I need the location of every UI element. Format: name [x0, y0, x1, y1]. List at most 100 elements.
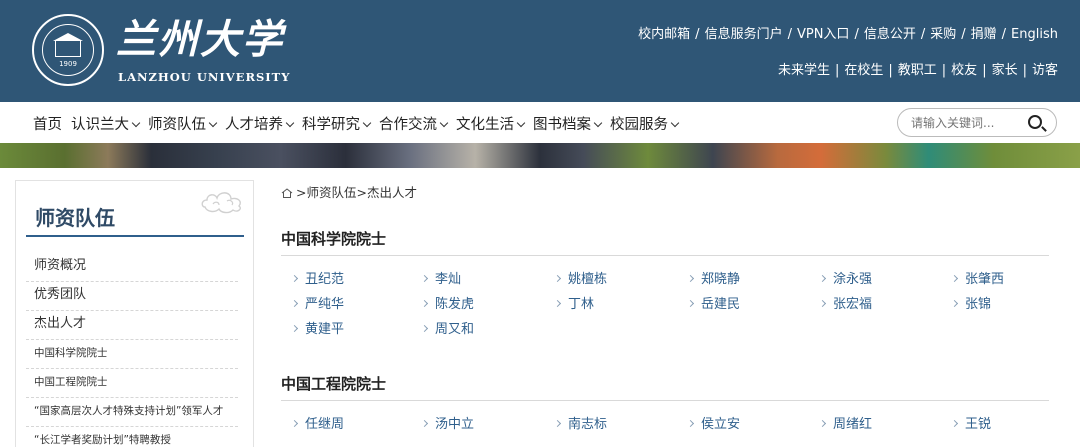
top-link-mail[interactable]: 校内邮箱	[638, 27, 690, 42]
top-link-portal[interactable]: 信息服务门户	[705, 27, 783, 42]
academician-name: 南志标	[568, 417, 608, 432]
search-icon[interactable]	[1028, 115, 1042, 129]
section-title: 中国工程院院士	[281, 375, 387, 393]
chevron-right-icon	[553, 274, 562, 283]
nav-item[interactable]: 文化生活	[456, 113, 526, 134]
separator: |	[888, 63, 893, 78]
academician-name: 张肇西	[965, 272, 1005, 287]
top-link-english[interactable]: English	[1011, 27, 1058, 42]
sidebar-item[interactable]: 师资概况	[26, 253, 238, 282]
nav-item-label: 合作交流	[379, 117, 437, 133]
audience-link-staff[interactable]: 教职工	[898, 63, 937, 78]
academician-link[interactable]: 侯立安	[686, 413, 741, 432]
banner-photo-strip	[0, 143, 1080, 168]
nav-item[interactable]: 人才培养	[225, 113, 295, 134]
sidebar-subitem[interactable]: 中国工程院院士	[26, 369, 238, 398]
seal-building-icon	[53, 33, 83, 57]
academician-link[interactable]: 丑纪范	[290, 268, 344, 287]
sidebar-subitem[interactable]: “国家高层次人才特殊支持计划”领军人才	[26, 398, 238, 427]
academician-name: 郑晓静	[701, 272, 741, 287]
chevron-right-icon	[818, 274, 827, 283]
audience-link-future-students[interactable]: 未来学生	[778, 63, 830, 78]
nav-item[interactable]: 科学研究	[302, 113, 372, 134]
academician-name: 张宏福	[833, 297, 873, 312]
logo-chinese-name[interactable]: 兰州大学	[116, 16, 284, 64]
home-icon[interactable]	[281, 188, 293, 198]
audience-link-parents[interactable]: 家长	[992, 63, 1018, 78]
audience-link-alumni[interactable]: 校友	[951, 63, 977, 78]
academician-link[interactable]: 涂永强	[818, 268, 873, 287]
chevron-right-icon	[950, 419, 959, 428]
nav-item[interactable]: 师资队伍	[148, 113, 218, 134]
academician-name: 岳建民	[701, 297, 741, 312]
section-divider	[281, 400, 1049, 401]
audience-link-students[interactable]: 在校生	[844, 63, 883, 78]
nav-item-label: 师资队伍	[148, 117, 206, 133]
academician-link[interactable]: 王锐	[950, 413, 992, 432]
search-input[interactable]	[911, 114, 1023, 132]
logo-english-name[interactable]: LANZHOU UNIVERSITY	[118, 70, 290, 84]
separator: |	[834, 63, 840, 78]
search-box	[897, 108, 1057, 137]
nav-item[interactable]: 校园服务	[610, 113, 680, 134]
nav-items: 首页 认识兰大 师资队伍 人才培养 科学研究 合作交流 文化生活 图书档案 校园服务	[33, 113, 687, 134]
top-link-disclosure[interactable]: 信息公开	[864, 27, 916, 42]
sidebar-subitem[interactable]: 中国科学院院士	[26, 340, 238, 369]
chevron-right-icon	[290, 299, 299, 308]
chevron-right-icon	[818, 299, 827, 308]
nav-item-label: 校园服务	[610, 117, 668, 133]
academician-link[interactable]: 周又和	[420, 318, 474, 337]
academician-link[interactable]: 郑晓静	[686, 268, 741, 287]
academician-name: 侯立安	[701, 417, 741, 432]
academician-name: 王锐	[965, 417, 992, 432]
chevron-right-icon	[553, 419, 562, 428]
chevron-right-icon	[420, 299, 429, 308]
chevron-right-icon	[553, 299, 562, 308]
breadcrumb-item[interactable]: 杰出人才	[367, 185, 417, 200]
academician-link[interactable]: 汤中立	[420, 413, 475, 432]
nav-item[interactable]: 首页	[33, 113, 62, 134]
academician-link[interactable]: 南志标	[553, 413, 608, 432]
breadcrumb-item[interactable]: 师资队伍	[306, 185, 356, 200]
audience-links: 未来学生 | 在校生 | 教职工 | 校友 | 家长 | 访客	[778, 59, 1058, 78]
nav-item[interactable]: 合作交流	[379, 113, 449, 134]
academician-link[interactable]: 李灿	[420, 268, 462, 287]
audience-link-visitors[interactable]: 访客	[1032, 63, 1058, 78]
chevron-down-icon	[670, 118, 680, 128]
chevron-right-icon	[950, 274, 959, 283]
sidebar-subitem[interactable]: “长江学者奖励计划”特聘教授	[26, 427, 238, 447]
nav-item-label: 图书档案	[533, 117, 591, 133]
nav-item[interactable]: 认识兰大	[71, 113, 141, 134]
sidebar-item[interactable]: 优秀团队	[26, 282, 238, 311]
separator: /	[920, 27, 926, 42]
separator: /	[961, 27, 966, 42]
nav-item-label: 文化生活	[456, 117, 514, 133]
breadcrumb: >师资队伍>杰出人才	[281, 182, 417, 201]
academician-link[interactable]: 姚檀栋	[553, 268, 607, 287]
top-link-procurement[interactable]: 采购	[930, 27, 956, 42]
academician-link[interactable]: 周绪红	[818, 413, 872, 432]
university-seal-logo[interactable]: 1909	[32, 14, 104, 86]
academician-name: 汤中立	[435, 417, 475, 432]
academician-link[interactable]: 丁林	[553, 293, 594, 312]
academician-link[interactable]: 陈发虎	[420, 293, 474, 312]
chevron-down-icon	[208, 118, 218, 128]
academician-link[interactable]: 张锦	[950, 293, 991, 312]
academician-name: 李灿	[435, 272, 462, 287]
academician-link[interactable]: 黄建平	[290, 318, 345, 337]
academician-link[interactable]: 严纯华	[290, 293, 345, 312]
academician-link[interactable]: 岳建民	[686, 293, 741, 312]
academician-link[interactable]: 张肇西	[950, 268, 1005, 287]
nav-item[interactable]: 图书档案	[533, 113, 603, 134]
top-link-donation[interactable]: 捐赠	[971, 27, 997, 42]
nav-item-label: 科学研究	[302, 117, 360, 133]
academician-link[interactable]: 任继周	[290, 413, 344, 432]
top-link-vpn[interactable]: VPN入口	[797, 27, 849, 42]
academician-name: 黄建平	[305, 322, 345, 337]
academician-link[interactable]: 张宏福	[818, 293, 873, 312]
chevron-down-icon	[593, 118, 603, 128]
sidebar-title-underline	[26, 235, 244, 237]
sidebar-item[interactable]: 杰出人才	[26, 311, 238, 340]
academician-name: 涂永强	[833, 272, 873, 287]
academician-name: 严纯华	[305, 297, 345, 312]
